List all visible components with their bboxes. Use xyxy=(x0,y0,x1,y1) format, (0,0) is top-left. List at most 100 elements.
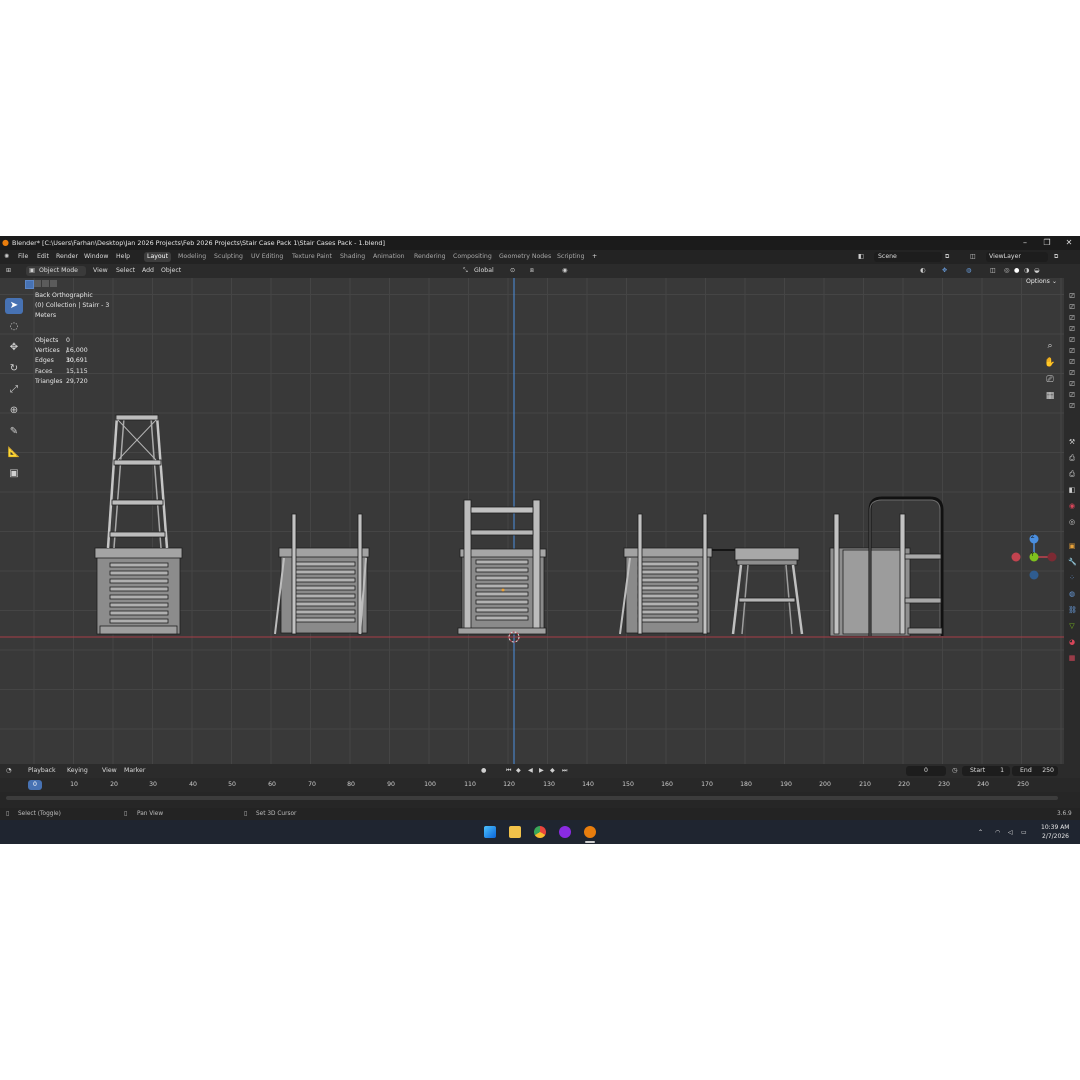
outliner-camera-icon[interactable]: ⎚ xyxy=(1068,336,1076,344)
minimize-button[interactable]: – xyxy=(1014,236,1036,250)
properties-tool-icon[interactable]: ⚒ xyxy=(1068,438,1076,446)
menu-render[interactable]: Render xyxy=(56,250,78,264)
outliner-camera-icon[interactable]: ⎚ xyxy=(1068,391,1076,399)
menu-edit[interactable]: Edit xyxy=(37,250,49,264)
workspace-tab-layout[interactable]: Layout xyxy=(144,252,172,262)
scale-tool-icon[interactable]: ⤢ xyxy=(5,382,23,398)
chrome-icon[interactable] xyxy=(534,826,546,838)
properties-physics-icon[interactable]: ◍ xyxy=(1068,590,1076,598)
current-frame-field[interactable]: 0 xyxy=(906,766,946,776)
workspace-tab-shading[interactable]: Shading xyxy=(337,252,368,262)
properties-particles-icon[interactable]: ⁘ xyxy=(1068,574,1076,582)
outliner-camera-icon[interactable]: ⎚ xyxy=(1068,380,1076,388)
timeline-menu-view[interactable]: View xyxy=(102,764,117,778)
material-shading-icon[interactable]: ◑ xyxy=(1024,264,1029,278)
start-frame-field[interactable]: Start 1 xyxy=(962,766,1010,776)
playhead-indicator[interactable]: 0 xyxy=(28,780,42,790)
timeline-menu-keying[interactable]: Keying xyxy=(67,764,88,778)
menu-object[interactable]: Object xyxy=(161,264,181,278)
blender-menu-icon[interactable]: ✺ xyxy=(4,250,9,264)
workspace-tab-sculpting[interactable]: Sculpting xyxy=(211,252,246,262)
new-view-layer-icon[interactable]: ⧉ xyxy=(1054,250,1058,264)
workspace-tab-rendering[interactable]: Rendering xyxy=(411,252,449,262)
properties-modifier-icon[interactable]: 🔧 xyxy=(1068,558,1077,566)
select-new-icon[interactable] xyxy=(25,280,34,289)
play-icon[interactable]: ▶ xyxy=(539,764,544,778)
battery-icon[interactable]: ▭ xyxy=(1021,828,1027,837)
outliner-camera-icon[interactable]: ⎚ xyxy=(1068,358,1076,366)
camera-view-icon[interactable]: ⎚ xyxy=(1044,374,1056,386)
volume-icon[interactable]: ◁ xyxy=(1008,828,1013,837)
pan-hand-icon[interactable]: ✋ xyxy=(1044,357,1056,369)
properties-output-icon[interactable]: ⎙ xyxy=(1068,470,1076,478)
proportional-editing-icon[interactable]: ◉ xyxy=(562,264,567,278)
xray-toggle-icon[interactable]: ◫ xyxy=(990,264,996,278)
maximize-button[interactable]: ❐ xyxy=(1036,236,1058,250)
editor-type-icon[interactable]: ⊞ xyxy=(6,264,11,278)
menu-select[interactable]: Select xyxy=(116,264,135,278)
workspace-tab-geometry-nodes[interactable]: Geometry Nodes xyxy=(496,252,554,262)
tray-overflow-icon[interactable]: ⌃ xyxy=(978,828,983,837)
navigation-gizmo[interactable] xyxy=(1005,528,1064,588)
outliner-camera-icon[interactable]: ⎚ xyxy=(1068,402,1076,410)
properties-texture-icon[interactable]: ▦ xyxy=(1068,654,1076,662)
measure-tool-icon[interactable]: 📐 xyxy=(5,445,23,461)
workspace-tab-uv-editing[interactable]: UV Editing xyxy=(248,252,286,262)
outliner-camera-icon[interactable]: ⎚ xyxy=(1068,314,1076,322)
blender-taskbar-icon[interactable] xyxy=(584,826,596,838)
wireframe-shading-icon[interactable]: ◎ xyxy=(1004,264,1009,278)
rotate-tool-icon[interactable]: ↻ xyxy=(5,361,23,377)
options-dropdown[interactable]: Options ⌄ xyxy=(1026,278,1057,287)
jump-keyframe-back-icon[interactable]: ◆ xyxy=(516,764,521,778)
select-box-tool-icon[interactable]: ➤ xyxy=(5,298,23,314)
menu-window[interactable]: Window xyxy=(84,250,108,264)
snap-icon[interactable]: ⧈ xyxy=(530,264,534,278)
workspace-tab-modeling[interactable]: Modeling xyxy=(175,252,209,262)
new-scene-icon[interactable]: ⧉ xyxy=(945,250,949,264)
3d-viewport[interactable]: Back Orthographic (0) Collection | Stair… xyxy=(0,278,1064,764)
file-explorer-icon[interactable] xyxy=(509,826,521,838)
view-layer-selector[interactable]: ViewLayer xyxy=(986,252,1048,262)
outliner-camera-icon[interactable]: ⎚ xyxy=(1068,369,1076,377)
windows-start-icon[interactable] xyxy=(484,826,496,838)
menu-file[interactable]: File xyxy=(18,250,28,264)
gizmo-toggle-icon[interactable]: ✥ xyxy=(942,264,947,278)
app-icon[interactable] xyxy=(559,826,571,838)
scene-selector[interactable]: Scene xyxy=(874,252,942,262)
menu-add[interactable]: Add xyxy=(142,264,154,278)
solid-shading-icon[interactable]: ● xyxy=(1014,264,1019,278)
properties-render-icon[interactable]: ⎙ xyxy=(1068,454,1076,462)
properties-data-icon[interactable]: ▽ xyxy=(1068,622,1076,630)
workspace-tab-compositing[interactable]: Compositing xyxy=(450,252,495,262)
move-tool-icon[interactable]: ✥ xyxy=(5,340,23,356)
select-subtract-icon[interactable] xyxy=(42,280,49,287)
pivot-point-icon[interactable]: ⊙ xyxy=(510,264,515,278)
annotate-tool-icon[interactable]: ✎ xyxy=(5,424,23,440)
overlays-toggle-icon[interactable]: ◍ xyxy=(966,264,971,278)
properties-world-icon[interactable]: ◎ xyxy=(1068,518,1076,526)
properties-view-layer-icon[interactable]: ◧ xyxy=(1068,486,1076,494)
visibility-icon[interactable]: ◐ xyxy=(920,264,925,278)
end-frame-field[interactable]: End 250 xyxy=(1012,766,1058,776)
workspace-tab-scripting[interactable]: Scripting xyxy=(554,252,588,262)
properties-scene-icon[interactable]: ◉ xyxy=(1068,502,1076,510)
jump-end-icon[interactable]: ⏭ xyxy=(562,764,568,778)
clock-time[interactable]: 10:39 AM xyxy=(1041,823,1069,832)
transform-orientation-dropdown[interactable]: Global xyxy=(474,264,494,278)
timeline-menu-marker[interactable]: Marker xyxy=(124,764,145,778)
workspace-tab-texture-paint[interactable]: Texture Paint xyxy=(289,252,335,262)
outliner-camera-icon[interactable]: ⎚ xyxy=(1068,292,1076,300)
zoom-icon[interactable]: ⌕ xyxy=(1044,340,1056,352)
properties-object-icon[interactable]: ▣ xyxy=(1068,542,1076,550)
menu-view[interactable]: View xyxy=(93,264,108,278)
menu-help[interactable]: Help xyxy=(116,250,130,264)
workspace-tab-animation[interactable]: Animation xyxy=(370,252,408,262)
close-button[interactable]: ✕ xyxy=(1058,236,1080,250)
cursor-tool-icon[interactable]: ◌ xyxy=(5,319,23,335)
add-workspace-button[interactable]: + xyxy=(592,250,597,264)
select-extend-icon[interactable] xyxy=(34,280,41,287)
outliner-camera-icon[interactable]: ⎚ xyxy=(1068,303,1076,311)
clock-date[interactable]: 2/7/2026 xyxy=(1042,832,1069,841)
properties-material-icon[interactable]: ◕ xyxy=(1068,638,1076,646)
properties-constraints-icon[interactable]: ⛓ xyxy=(1068,606,1077,614)
